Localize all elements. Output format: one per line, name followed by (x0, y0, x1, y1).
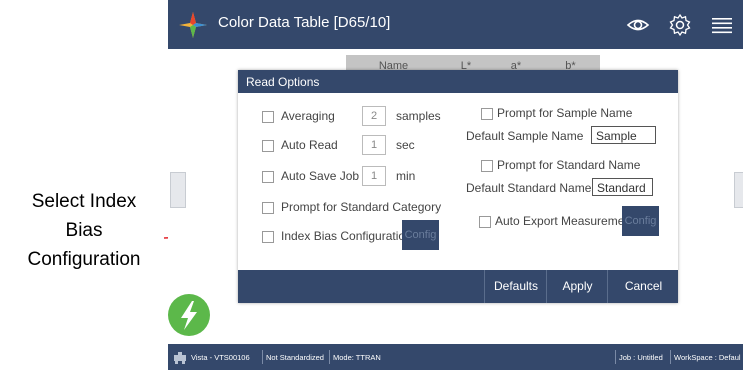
averaging-label: Averaging (281, 109, 335, 123)
next-page-arrow[interactable] (734, 172, 743, 208)
auto-read-input[interactable]: 1 (362, 135, 386, 155)
cancel-button[interactable]: Cancel (607, 270, 679, 303)
prompt-sample-name-label: Prompt for Sample Name (497, 106, 633, 120)
default-sample-name-label: Default Sample Name (466, 129, 584, 143)
status-separator (329, 350, 330, 364)
status-separator (670, 350, 671, 364)
previous-page-arrow[interactable] (170, 172, 186, 208)
workspace-status: WorkSpace : Defaul (674, 353, 741, 362)
job-status: Job : Untitled (619, 353, 663, 362)
prompt-standard-category-checkbox[interactable] (262, 202, 274, 214)
menu-icon[interactable] (710, 13, 734, 37)
dialog-footer: Defaults Apply Cancel (238, 270, 678, 303)
index-bias-checkbox[interactable] (262, 231, 274, 243)
prompt-standard-category-label: Prompt for Standard Category (281, 200, 442, 214)
app-title: Color Data Table [D65/10] (218, 14, 391, 31)
app-window: Color Data Table [D65/10] Name L* a* b* … (168, 0, 743, 370)
title-bar: Color Data Table [D65/10] (168, 0, 743, 49)
auto-export-checkbox[interactable] (479, 216, 491, 228)
instrument-status: Vista - VTS00106 (191, 353, 250, 362)
dialog-header: Read Options (238, 70, 678, 93)
standardized-status: Not Standardized (266, 353, 324, 362)
dialog-title: Read Options (246, 75, 320, 89)
instrument-icon (174, 352, 186, 364)
status-bar: Vista - VTS00106 Not Standardized Mode: … (168, 344, 743, 370)
default-sample-name-input[interactable]: Sample (591, 126, 656, 144)
status-separator (615, 350, 616, 364)
auto-save-checkbox[interactable] (262, 171, 274, 183)
auto-save-label: Auto Save Job (281, 169, 360, 183)
averaging-checkbox[interactable] (262, 111, 274, 123)
auto-save-unit: min (396, 169, 416, 183)
prompt-standard-name-label: Prompt for Standard Name (497, 158, 641, 172)
eye-icon[interactable] (626, 13, 650, 37)
status-separator (262, 350, 263, 364)
mode-status: Mode: TTRAN (333, 353, 381, 362)
lightning-icon[interactable] (168, 294, 210, 336)
read-options-dialog: Read Options Averaging 2 samples Auto Re… (238, 70, 678, 303)
auto-read-checkbox[interactable] (262, 140, 274, 152)
defaults-button[interactable]: Defaults (484, 270, 547, 303)
prompt-sample-name-checkbox[interactable] (481, 108, 493, 120)
prompt-standard-name-checkbox[interactable] (481, 160, 493, 172)
apply-button[interactable]: Apply (546, 270, 608, 303)
index-bias-config-button[interactable]: Config (402, 220, 439, 250)
gear-icon[interactable] (668, 13, 692, 37)
index-bias-label: Index Bias Configuration (281, 229, 412, 243)
default-standard-name-label: Default Standard Name (466, 181, 592, 195)
auto-save-input[interactable]: 1 (362, 166, 386, 186)
averaging-input[interactable]: 2 (362, 106, 386, 126)
auto-read-unit: sec (396, 138, 415, 152)
default-standard-name-input[interactable]: Standard (592, 178, 653, 196)
auto-export-config-button[interactable]: Config (622, 206, 659, 236)
app-logo-icon (179, 12, 207, 38)
auto-read-label: Auto Read (281, 138, 338, 152)
auto-export-label: Auto Export Measurement (495, 214, 635, 228)
averaging-unit: samples (396, 109, 441, 123)
